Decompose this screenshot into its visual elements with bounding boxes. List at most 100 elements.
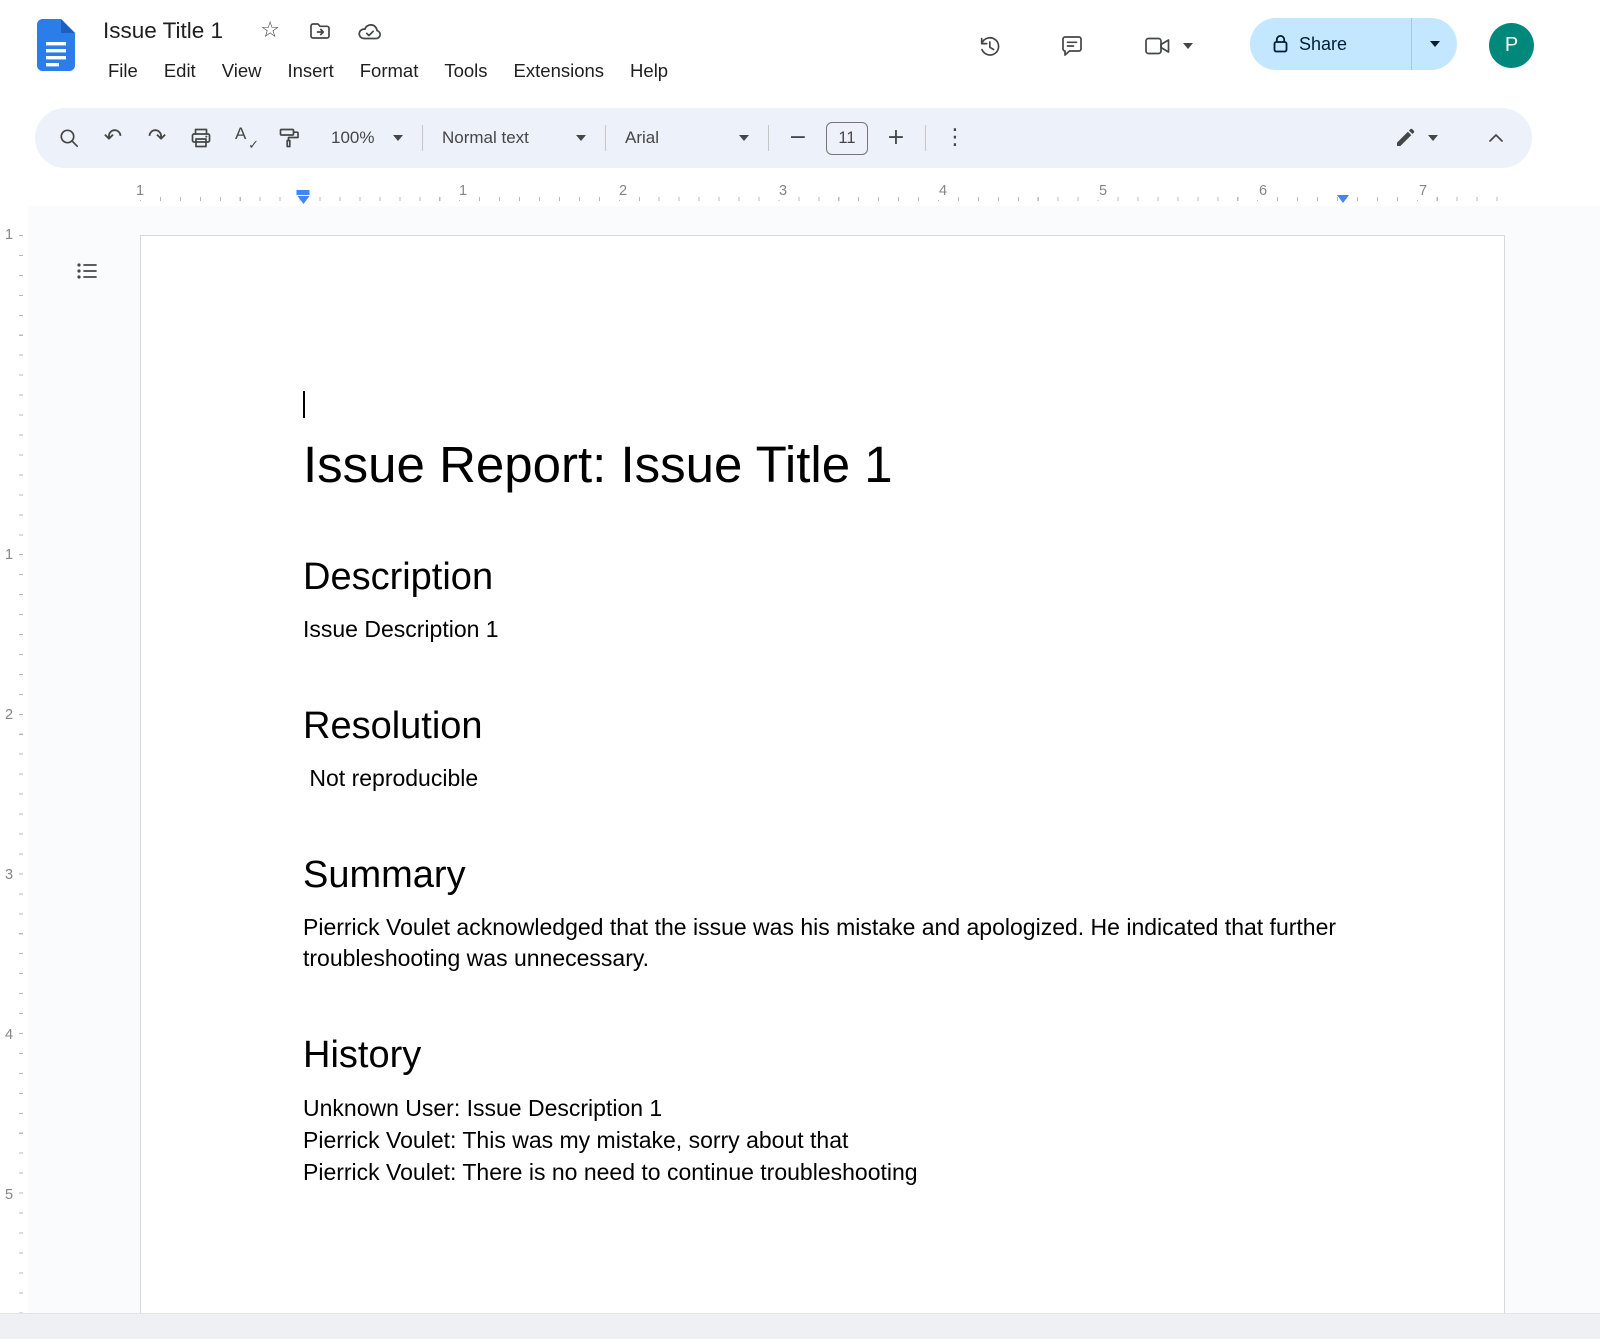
undo-icon: ↶: [104, 127, 122, 149]
ruler-number: 5: [5, 1183, 13, 1207]
menu-tools[interactable]: Tools: [431, 57, 500, 85]
menu-extensions[interactable]: Extensions: [501, 57, 618, 85]
document-title-bar: Issue Title 1 ☆: [103, 14, 405, 48]
chevron-down-icon: [576, 135, 586, 141]
toolbar-separator: [605, 125, 606, 151]
increase-font-size-button[interactable]: +: [874, 118, 918, 158]
left-indent-marker[interactable]: [297, 190, 310, 204]
history-line[interactable]: Unknown User: Issue Description 1: [303, 1092, 1344, 1124]
redo-button[interactable]: ↷: [135, 118, 179, 158]
spelling-grammar-check-button[interactable]: A ✓: [223, 118, 267, 158]
share-options-button[interactable]: [1411, 18, 1457, 70]
history-line[interactable]: Pierrick Voulet: This was my mistake, so…: [303, 1124, 1344, 1156]
font-family-selector[interactable]: Arial: [613, 118, 761, 158]
plus-icon: +: [887, 127, 905, 149]
ruler-number: 4: [935, 182, 951, 200]
menu-edit[interactable]: Edit: [151, 57, 209, 85]
section-heading-summary[interactable]: Summary: [303, 852, 1344, 898]
ruler-number: 4: [5, 1023, 13, 1047]
section-heading-history[interactable]: History: [303, 1032, 1344, 1078]
document-heading-title[interactable]: Issue Report: Issue Title 1: [303, 434, 1344, 496]
history-lines: Unknown User: Issue Description 1 Pierri…: [303, 1092, 1344, 1188]
move-to-folder-button[interactable]: [305, 16, 335, 46]
document-name[interactable]: Issue Title 1: [103, 18, 223, 44]
history-line[interactable]: Pierrick Voulet: There is no need to con…: [303, 1156, 1344, 1188]
print-icon: [189, 126, 213, 150]
zoom-value: 100%: [331, 128, 374, 148]
document-page[interactable]: Issue Report: Issue Title 1 Description …: [140, 235, 1505, 1339]
chevron-down-icon: [739, 135, 749, 141]
share-button[interactable]: Share: [1250, 18, 1457, 70]
video-camera-icon: [1144, 35, 1171, 57]
undo-button[interactable]: ↶: [91, 118, 135, 158]
search-icon: [57, 126, 81, 150]
ruler-number: 2: [615, 182, 631, 200]
paint-format-button[interactable]: [267, 118, 311, 158]
right-indent-triangle-icon: [1337, 195, 1349, 203]
resolution-text[interactable]: Not reproducible: [303, 763, 1344, 794]
chevron-down-icon: [1428, 135, 1438, 141]
empty-first-line[interactable]: [303, 388, 1344, 422]
open-comments-button[interactable]: [1049, 23, 1095, 69]
summary-text[interactable]: Pierrick Voulet acknowledged that the is…: [303, 912, 1344, 974]
document-canvas: 112345 Issue Report: Issue Title 1 Descr…: [0, 206, 1600, 1339]
ruler-number: 5: [1095, 182, 1111, 200]
share-label: Share: [1299, 34, 1347, 55]
toolbar-overflow-button[interactable]: ⋮: [933, 118, 977, 158]
menu-file[interactable]: File: [95, 57, 151, 85]
ruler-number: 1: [5, 223, 13, 247]
star-button[interactable]: ☆: [255, 16, 285, 46]
menu-view[interactable]: View: [209, 57, 275, 85]
vertical-ruler: 112345: [0, 206, 28, 1339]
search-menus-button[interactable]: [47, 118, 91, 158]
horizontal-ruler: 11234567: [0, 180, 1600, 206]
menu-help[interactable]: Help: [617, 57, 681, 85]
font-family-value: Arial: [625, 128, 659, 148]
main-toolbar: ↶ ↷ A ✓ 100% Normal text Ar: [35, 108, 1532, 168]
font-size-input[interactable]: 11: [826, 122, 868, 155]
ruler-number: 1: [455, 182, 471, 200]
ruler-number: 6: [1255, 182, 1271, 200]
folder-move-icon: [308, 19, 332, 43]
menu-insert[interactable]: Insert: [274, 57, 346, 85]
avatar-letter: P: [1505, 34, 1518, 57]
share-button-main[interactable]: Share: [1250, 18, 1411, 70]
history-icon: [976, 33, 1003, 60]
account-avatar[interactable]: P: [1489, 23, 1534, 68]
chevron-down-icon: [393, 135, 403, 141]
redo-icon: ↷: [148, 127, 166, 149]
toolbar-separator: [768, 125, 769, 151]
horizontal-scrollbar-track[interactable]: [0, 1313, 1600, 1339]
hide-menus-button[interactable]: [1474, 118, 1518, 158]
zoom-selector[interactable]: 100%: [319, 118, 415, 158]
first-line-indent-marker[interactable]: [297, 190, 310, 195]
menu-format[interactable]: Format: [347, 57, 432, 85]
section-heading-description[interactable]: Description: [303, 554, 1344, 600]
menubar: File Edit View Insert Format Tools Exten…: [95, 55, 681, 87]
document-status-button[interactable]: [355, 16, 385, 46]
paragraph-style-value: Normal text: [442, 128, 529, 148]
app-header: Issue Title 1 ☆ File Edit View Insert Fo…: [0, 0, 1600, 104]
print-button[interactable]: [179, 118, 223, 158]
ruler-number: 2: [5, 703, 13, 727]
toolbar-separator: [422, 125, 423, 151]
document-outline-button[interactable]: [66, 250, 108, 292]
star-icon: ☆: [260, 20, 280, 42]
paint-roller-icon: [277, 126, 301, 150]
ruler-number: 3: [5, 863, 13, 887]
section-heading-resolution[interactable]: Resolution: [303, 703, 1344, 749]
ruler-number: 3: [775, 182, 791, 200]
join-call-button[interactable]: [1138, 23, 1210, 69]
right-indent-marker[interactable]: [1337, 195, 1349, 203]
comment-icon: [1059, 33, 1085, 59]
ruler-tick-marks: [140, 197, 1506, 201]
ruler-number: 1: [132, 182, 148, 200]
google-docs-logo-icon[interactable]: [37, 19, 75, 71]
ruler-tick-marks: [19, 235, 23, 1335]
decrease-font-size-button[interactable]: −: [776, 118, 820, 158]
editing-mode-selector[interactable]: [1384, 118, 1448, 158]
version-history-button[interactable]: [966, 23, 1012, 69]
description-text[interactable]: Issue Description 1: [303, 614, 1344, 645]
minus-icon: −: [789, 127, 807, 149]
paragraph-style-selector[interactable]: Normal text: [430, 118, 598, 158]
